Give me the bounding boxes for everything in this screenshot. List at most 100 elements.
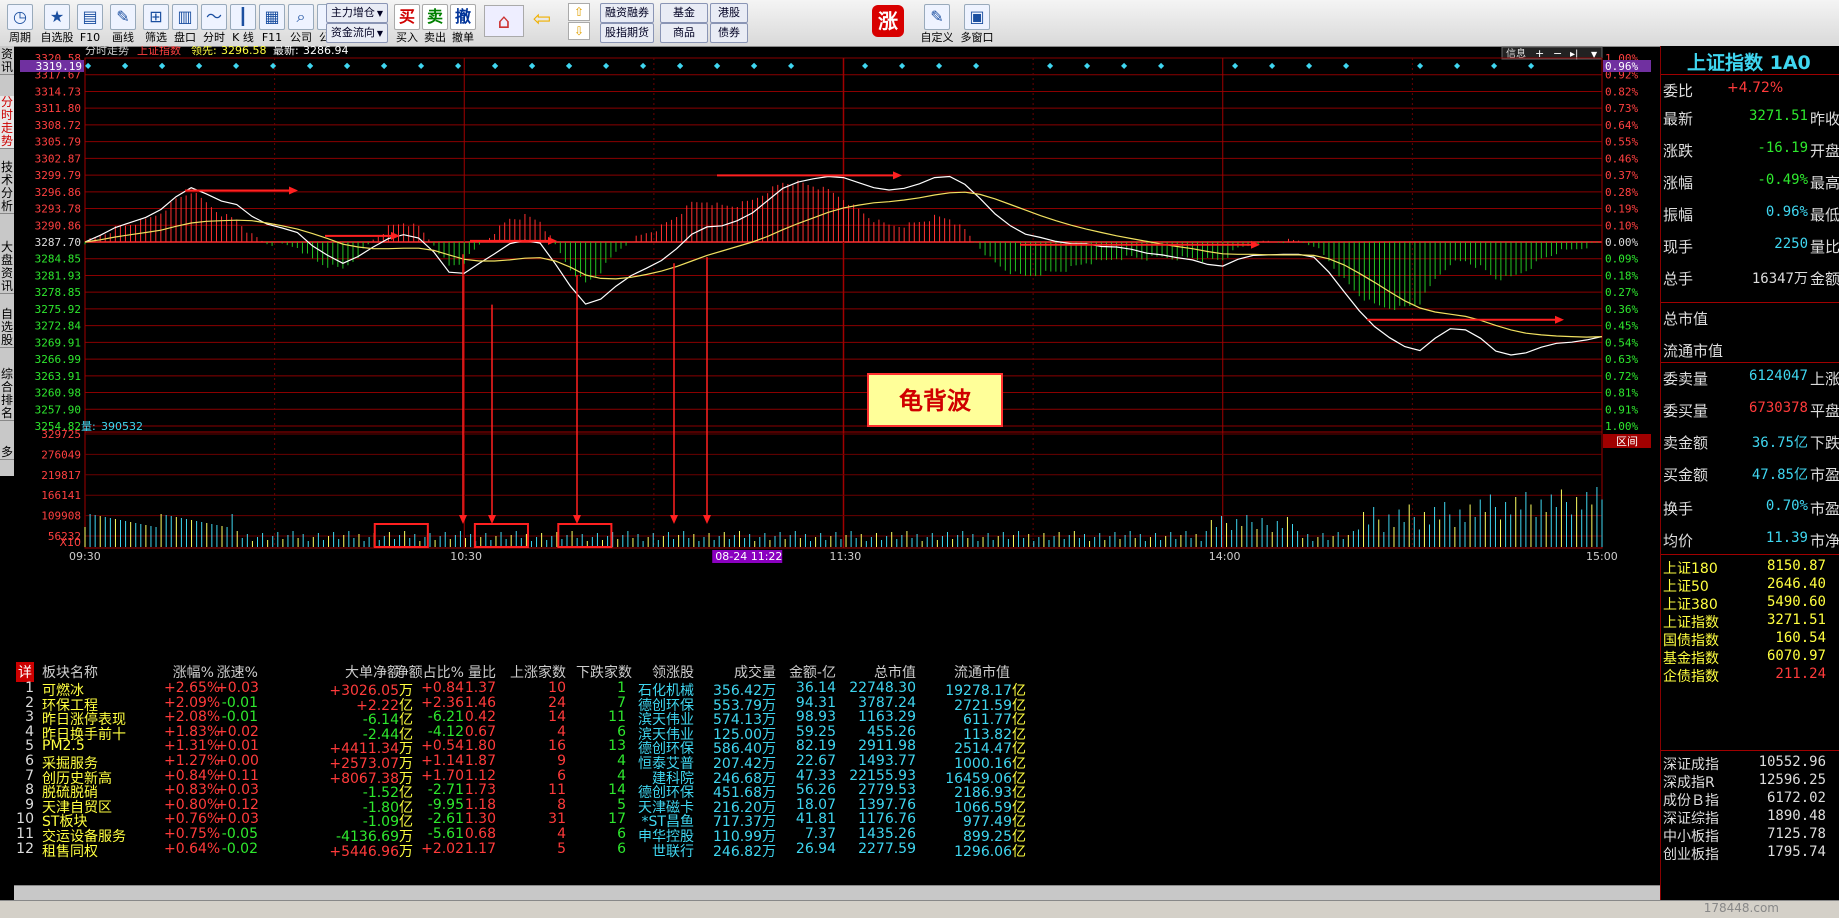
table-header-cell[interactable]: 涨幅% (164, 662, 214, 682)
index-row[interactable]: 深证综指 1890.48 (1661, 808, 1839, 827)
table-header-cell[interactable]: 下跌家数 (576, 662, 632, 682)
indicator-dropdown-2[interactable]: 资金流向 ▼ (326, 23, 388, 43)
index-row[interactable]: 上证380 5490.60 (1661, 594, 1839, 613)
order-row: 卖金额 36.75亿下跌家 (1661, 432, 1839, 462)
toolbar-customize-button[interactable]: ✎ 自定义 (918, 2, 956, 44)
market-nav-button-2[interactable]: 基金 (660, 3, 708, 23)
toolbar-item-label: 公司 (290, 31, 312, 44)
index-name: 上证380 (1663, 597, 1718, 613)
table-header-cell[interactable]: 涨速% (216, 662, 258, 682)
table-header-cell[interactable]: 总市值 (844, 662, 916, 682)
rising-count: 31 (548, 811, 566, 828)
index-row[interactable]: 创业板指 1795.74 (1661, 844, 1839, 863)
table-header-cell[interactable]: 上涨家数 (509, 662, 566, 682)
toolbar-candlestick-button[interactable]: ┃ K 线 (229, 2, 257, 44)
trade-button-3[interactable]: 撤撤单 (450, 2, 476, 44)
table-header-cell[interactable]: 金额-亿 (774, 662, 836, 682)
down-arrow-icon[interactable]: ⇩ (568, 22, 590, 40)
table-header-cell[interactable]: 详 (16, 662, 34, 682)
quote-divider (1661, 302, 1839, 303)
time-axis-label: 11:30 (830, 550, 862, 563)
table-header-cell[interactable]: 量比 (454, 662, 496, 682)
pct-tick-label: 0.45% (1605, 320, 1638, 333)
indicator-dropdown-1[interactable]: 主力增仓 ▼ (326, 3, 388, 23)
row-index: 2 (25, 694, 34, 711)
index-row[interactable]: 深成指R 12596.25 (1661, 772, 1839, 791)
toolbar-filter-button[interactable]: ⊞ 筛选 (142, 2, 170, 44)
table-header-cell[interactable]: 成交量 (704, 662, 776, 682)
status-bar: 178448.com (0, 900, 1839, 918)
index-name: 基金指数 (1663, 651, 1719, 667)
table-header-cell[interactable]: 大单净额 (316, 662, 401, 682)
falling-count: 4 (617, 767, 626, 784)
index-value: 7125.78 (1766, 826, 1826, 842)
market-nav-button-1[interactable]: 融资融券 (600, 3, 654, 23)
order-book-icon: ▥ (172, 4, 198, 30)
f10-icon: ▤ (77, 4, 103, 30)
market-nav-label: 基金 (673, 6, 695, 19)
price-tick-label: 3290.86 (35, 219, 81, 232)
trade-button-1[interactable]: 买买入 (394, 2, 420, 44)
float-cap-unit: 亿 (1012, 843, 1026, 860)
leading-stock[interactable]: 世联行 (624, 841, 694, 861)
market-nav-button-3[interactable]: 港股 (710, 3, 748, 23)
time-axis-label: 09:30 (69, 550, 101, 563)
price-tick-label: 3269.91 (35, 336, 81, 349)
amount-yi: 98.93 (795, 709, 836, 726)
index-row[interactable]: 深证成指 10552.96 (1661, 754, 1839, 773)
signal-diamond-icon: ◆ (529, 61, 536, 70)
falling-count: 17 (608, 811, 626, 828)
row-index: 4 (25, 723, 34, 740)
falling-count: 5 (617, 796, 626, 813)
index-row[interactable]: 上证180 8150.87 (1661, 558, 1839, 577)
index-row[interactable]: 上证指数 3271.51 (1661, 612, 1839, 631)
toolbar-star-button[interactable]: ★ 自选股 (39, 2, 75, 44)
home-icon[interactable]: ⌂ (484, 5, 524, 37)
index-name: 成份Ｂ指 (1663, 793, 1719, 809)
volume-ratio: 0.68 (464, 826, 496, 842)
table-row[interactable]: 12 租售同权 +0.64% -0.02 +5446.96万 +2.02 1.17 5 6 世联行… (14, 841, 1660, 861)
rising-count: 8 (557, 796, 566, 813)
toolbar-order-book-button[interactable]: ▥ 盘口 (171, 2, 199, 44)
index-row[interactable]: 成份Ｂ指 6172.02 (1661, 790, 1839, 809)
toolbar-intraday-button[interactable]: 〜分时 (200, 2, 228, 44)
chart-index-name: 上证指数 (137, 46, 181, 57)
volume-tick-label: 276049 (41, 448, 81, 461)
toolbar-pencil-button[interactable]: ✎ 画线 (105, 2, 141, 44)
interval-button[interactable]: 区间 (1616, 435, 1638, 448)
zhang-icon[interactable]: 涨 (872, 5, 904, 37)
market-nav-button-4[interactable]: 股指期货 (600, 23, 654, 43)
pct-tick-label: 1.00% (1605, 420, 1638, 433)
toolbar-f10-button[interactable]: ▤ F10 (76, 2, 104, 44)
toolbar-grid-button[interactable]: ▦ F11 (258, 2, 286, 44)
index-row[interactable]: 中小板指 7125.78 (1661, 826, 1839, 845)
table-header-cell[interactable]: 领涨股 (624, 662, 694, 682)
table-header-cell[interactable]: 板块名称 (42, 662, 98, 682)
volume-tick-label: 109908 (41, 510, 81, 523)
volume-label: 量: (81, 420, 96, 433)
toolbar-company-button[interactable]: ⌕ 公司 (287, 2, 315, 44)
back-arrow-icon[interactable]: ⇦ (528, 5, 556, 35)
time-axis-label: 14:00 (1209, 550, 1241, 563)
toolbar-clock-button[interactable]: ◷ 周期 (2, 2, 38, 44)
market-nav-button-5[interactable]: 商品 (660, 23, 708, 43)
index-name: 国债指数 (1663, 633, 1719, 649)
trade-button-2[interactable]: 卖卖出 (422, 2, 448, 44)
signal-diamond-icon: ◆ (788, 61, 795, 70)
order-key: 卖金额 (1663, 434, 1709, 452)
table-scrollbar[interactable] (14, 885, 1660, 900)
table-header-cell[interactable]: 流通市值 (930, 662, 1010, 682)
index-row[interactable]: 基金指数 6070.97 (1661, 648, 1839, 667)
market-nav-button-6[interactable]: 债券 (710, 23, 748, 43)
signal-diamond-icon: ◆ (973, 61, 980, 70)
up-arrow-icon[interactable]: ⇧ (568, 3, 590, 21)
price-tick-label: 3278.85 (35, 286, 81, 299)
index-row[interactable]: 国债指数 160.54 (1661, 630, 1839, 649)
arrow-head-icon (459, 515, 467, 524)
pct-tick-label: 0.27% (1605, 286, 1638, 299)
rising-count: 4 (557, 826, 566, 842)
index-row[interactable]: 企债指数 211.24 (1661, 666, 1839, 685)
quote-key-2: 量比 (1810, 238, 1839, 256)
toolbar-multi-window-button[interactable]: ▣ 多窗口 (958, 2, 996, 44)
index-row[interactable]: 上证50 2646.40 (1661, 576, 1839, 595)
